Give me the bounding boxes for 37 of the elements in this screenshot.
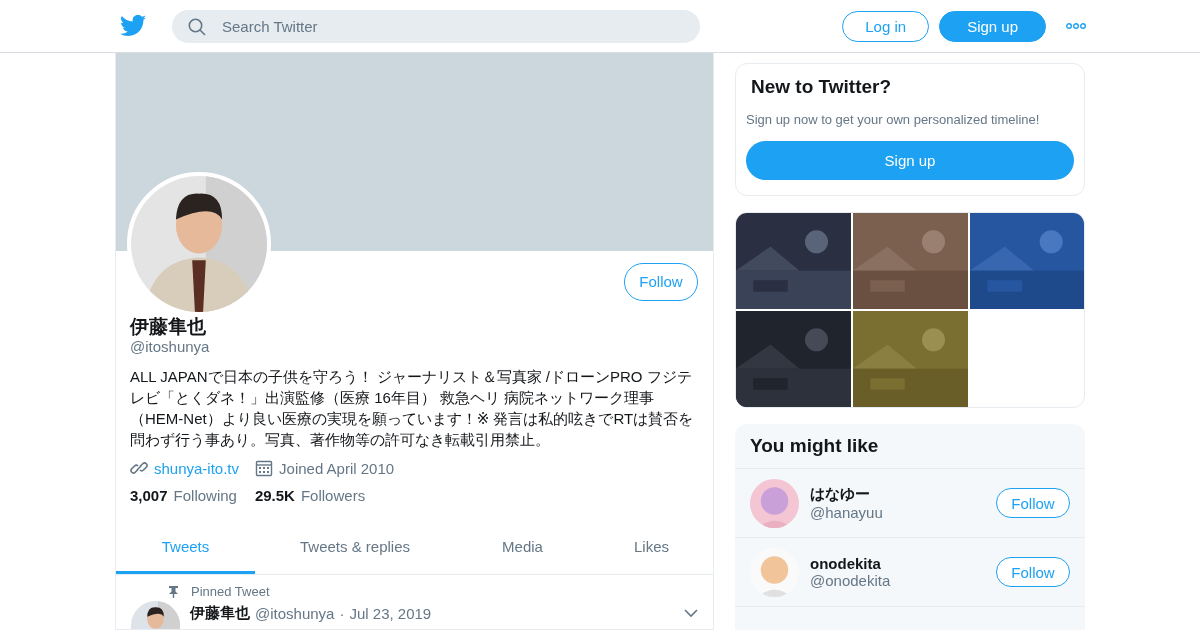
follow-button[interactable]: Follow [624,262,698,301]
profile-tab[interactable]: Likes [590,522,713,574]
card-text: Sign up now to get your own personalized timeline! [746,112,1041,127]
follow-button[interactable]: Follow [996,488,1070,518]
search-icon[interactable] [188,17,206,36]
tweet-handle: @itoshunya [255,604,335,622]
pinned-label: Pinned Tweet [191,584,270,599]
separator-dot: · [339,604,345,622]
account-name[interactable]: onodekita [810,555,881,572]
calendar-icon [255,459,274,477]
website-link[interactable]: shunya-ito.tv [154,459,240,477]
more-icon[interactable] [1066,23,1086,29]
stat-link[interactable]: 3,007 Following [130,487,237,504]
profile-tab[interactable]: Media [455,522,590,574]
profile-tab[interactable]: Tweets & replies [255,522,455,574]
tweet-author[interactable]: 伊藤隼也 [190,603,250,623]
bird-logo-icon[interactable] [120,15,146,37]
joined-date: Joined April 2010 [279,459,395,477]
card-title: New to Twitter? [751,76,892,98]
profile-bio: ALL JAPANで日本の子供を守ろう！ ジャーナリスト＆写真家 /ドローンPRO フジテレビ「とくダネ！」出演監修（医療 16年目） 救急ヘリ 病院ネットワーク理事（HEM-Net）より良い医療の実現を願っています！※ 発言は私的呟きでRTは賛否を問わず行う事あり。写真、著作物等の許可なき転載引用禁止。 [130,367,695,450]
follow-button[interactable]: Follow [996,557,1070,587]
stat-link[interactable]: 29.5K Followers [254,487,366,504]
profile-tab[interactable]: Tweets [116,522,255,574]
account-handle: @onodekita [810,572,891,589]
section-title: You might like [750,435,879,457]
profile-handle: @itoshunya [130,338,210,355]
account-handle: @hanayuu [810,504,883,521]
signup-button[interactable]: Sign up [746,141,1074,180]
search-field[interactable]: Search Twitter [172,9,700,43]
pin-icon [168,585,179,598]
login-button[interactable]: Log in [842,10,930,42]
signup-button[interactable]: Sign up [939,10,1046,42]
account-name[interactable]: はなゆー [810,485,870,504]
profile-name: 伊藤隼也 [130,316,206,338]
link-icon [130,459,148,477]
tweet-date[interactable]: Jul 23, 2019 [349,604,432,622]
chevron-down-icon[interactable] [684,608,698,618]
